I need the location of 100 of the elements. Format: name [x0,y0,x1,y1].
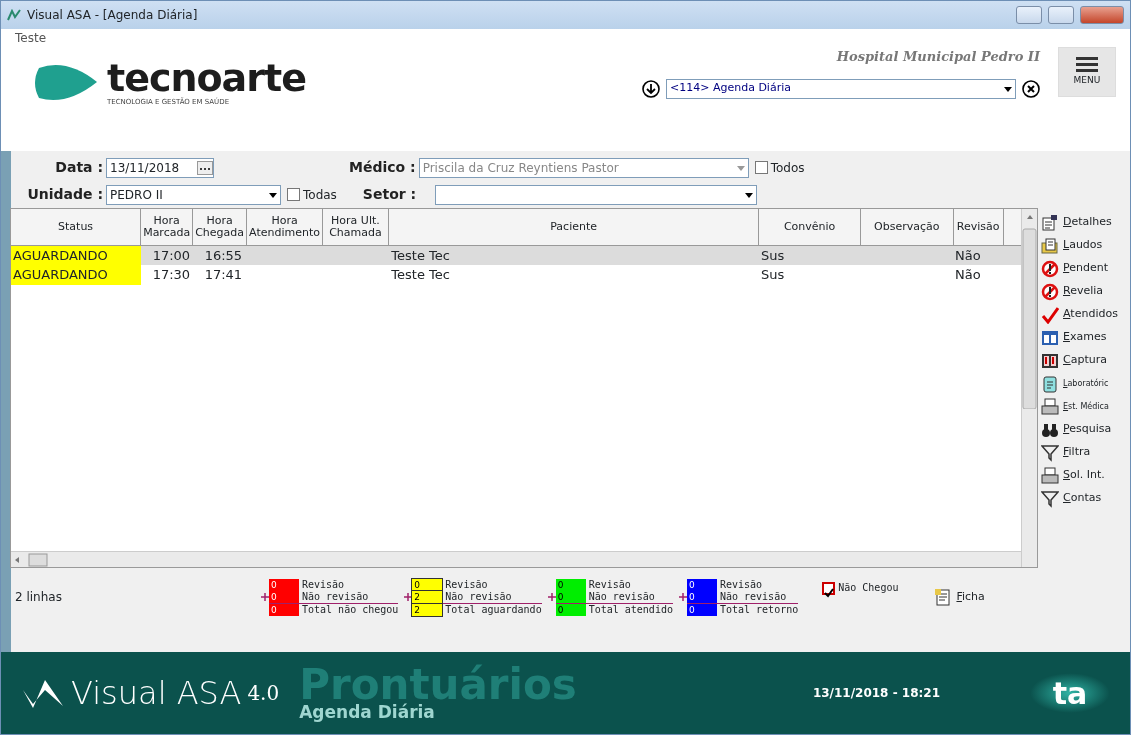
scroll-thumb[interactable] [1022,228,1037,409]
clipboard-icon [1041,374,1059,393]
column-header[interactable]: Status [11,209,141,245]
column-header[interactable]: Paciente [388,209,759,245]
table-cell: Não [953,245,1004,265]
plus-icon [261,593,269,601]
counter-label: Não revisão [719,590,787,603]
hospital-name: Hospital Municipal Pedro II [836,48,1040,66]
table-cell: Não [953,265,1004,285]
field-label: Unidade : [26,185,103,204]
field-label: Médico : [349,158,416,177]
side-action-button[interactable]: Captura [1041,349,1130,372]
unit-select[interactable]: PEDRO II [106,184,281,205]
counter-label: Revisão [445,578,488,591]
counter-label: Revisão [302,578,345,591]
column-header[interactable]: Revisão [953,209,1004,245]
plus-icon [678,593,687,601]
counter-label: Revisão [588,578,631,591]
plus-icon [547,593,556,601]
product-version: 4.0 [247,680,280,707]
side-action-button[interactable]: Laudos [1041,234,1130,257]
forbidden-icon [1041,282,1059,301]
field-label: Setor : [362,185,418,204]
counter-value: 0 [686,578,717,591]
side-action-button[interactable]: Exames [1041,326,1130,349]
date-field[interactable]: 13/11/2018 [106,157,214,178]
module-select[interactable]: <114> Agenda Diária [666,78,1016,99]
all-units-checkbox[interactable] [287,188,300,201]
user-name: Teste [15,30,47,47]
column-header[interactable]: Convênio [758,209,861,245]
side-action-button[interactable]: Revelia [1041,280,1130,303]
status-cell: AGUARDANDO [11,265,141,285]
close-icon[interactable] [1022,79,1040,98]
filter-icon [1041,443,1059,462]
horizontal-scrollbar[interactable] [11,551,1021,567]
sector-select[interactable] [434,184,757,205]
maximize-button[interactable] [1048,6,1074,24]
side-action-button[interactable]: Est. Médica [1041,395,1130,418]
side-action-button[interactable]: Pesquisa [1041,418,1130,441]
counter-label: Total atendido [588,603,673,616]
all-doctors-checkbox[interactable] [754,161,768,174]
forbidden-icon [1041,259,1059,278]
side-action-button[interactable]: Filtra [1041,441,1130,464]
column-header[interactable]: Hora Marcada [140,209,193,245]
plus-icon [404,593,413,601]
minimize-button[interactable] [1016,6,1042,24]
counter-value: 2 [412,603,443,616]
brand-logo: ta [1030,673,1110,713]
side-action-button[interactable]: Laboratóric [1041,372,1130,395]
scroll-up-icon[interactable] [1027,215,1033,219]
table-row[interactable]: AGUARDANDO 17:30 17:41 Teste Tec Sus Não [11,265,1021,285]
not-arrived-label: Não Chegou [838,582,899,594]
not-arrived-checkbox[interactable] [822,581,836,595]
download-icon[interactable] [642,79,660,98]
side-action-button[interactable]: Atendidos [1041,303,1130,326]
column-header[interactable]: Hora Chegada [192,209,247,245]
table-cell: 17:30 [140,265,193,285]
field-label: Data : [54,158,103,177]
window-title: Visual ASA - [Agenda Diária] [27,7,198,24]
counter-value: 0 [269,578,299,591]
table-cell: 17:41 [192,265,247,285]
column-header[interactable]: Hora Ult. Chamada [322,209,389,245]
close-button[interactable] [1080,6,1124,24]
counter-label: Não revisão [445,590,512,603]
counter-label: Total não chegou [302,603,399,616]
side-action-button[interactable]: Sol. Int. [1041,464,1130,487]
counter-value: 2 [412,590,443,603]
table-row[interactable]: AGUARDANDO 17:00 16:55 Teste Tec Sus Não [11,245,1021,265]
logo-text: tecnoarte [107,59,306,97]
table-cell [1003,245,1021,265]
counter-label: Não revisão [588,590,655,603]
table-cell: Sus [758,265,861,285]
column-header[interactable]: Observação [860,209,954,245]
counter-label: Total aguardando [445,603,542,616]
scroll-left-icon[interactable] [15,556,19,563]
counter-label: Total retorno [719,603,799,616]
record-icon [934,588,953,606]
product-name: Visual ASA [71,673,242,714]
counter-label: Revisão [719,578,763,591]
menu-button[interactable]: MENU [1058,47,1116,97]
date-time: 13/11/2018 - 18:21 [812,685,940,702]
app-icon [7,9,21,21]
side-action-button[interactable]: Detalhes [1041,211,1130,234]
column-header[interactable]: Hora Atendimento [246,209,323,245]
printer-icon [1041,397,1059,416]
all-units-checkbox-label: Todas [303,186,337,204]
vertical-scrollbar[interactable] [1021,209,1037,567]
all-doctors-checkbox-label: Todos [770,159,805,177]
window-icon [1041,328,1059,347]
printer-icon [1041,466,1059,485]
side-action-button[interactable]: Contas [1041,487,1130,510]
table-cell: Teste Tec [388,265,759,285]
side-action-button[interactable]: Pendent [1041,257,1130,280]
ellipsis-icon[interactable] [197,160,213,175]
folder-icon [1041,236,1059,255]
document-icon [1041,213,1059,232]
table-cell: Teste Tec [388,245,759,265]
scroll-thumb[interactable] [28,553,48,566]
checkmark-icon [1041,305,1059,324]
record-button[interactable]: Ficha [934,585,985,609]
